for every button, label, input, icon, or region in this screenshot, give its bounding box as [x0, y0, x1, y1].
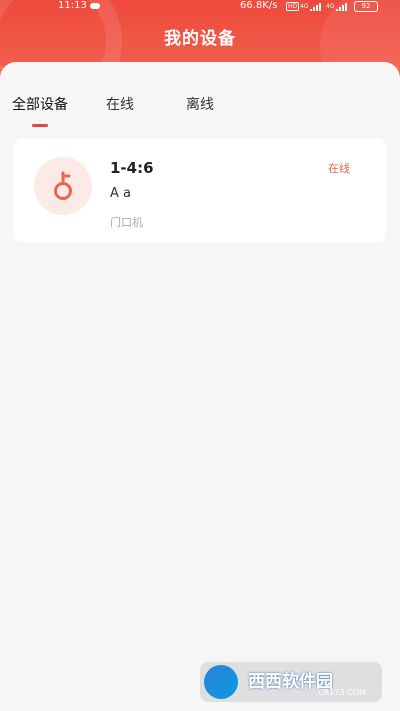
- device-name: 1-4:6: [110, 159, 154, 177]
- device-avatar: [34, 157, 92, 215]
- page-title: 我的设备: [164, 29, 236, 49]
- device-status: 在线: [328, 162, 350, 175]
- hd-badge: HD: [286, 2, 300, 11]
- tab-online[interactable]: 在线: [106, 94, 134, 114]
- watermark-url: CR173.COM: [318, 688, 366, 697]
- tab-offline[interactable]: 离线: [186, 94, 214, 114]
- cloud-icon: [90, 3, 100, 9]
- network-type: 4G: [300, 3, 309, 10]
- battery-icon: 92: [354, 1, 378, 12]
- key-icon: [54, 171, 72, 200]
- watermark-logo: [204, 665, 238, 699]
- tab-indicator: [32, 124, 48, 127]
- status-time: 11:13: [58, 0, 87, 11]
- device-card[interactable]: 1-4:6 A a 门口机 在线: [14, 138, 386, 242]
- signal-icon: 4G: [300, 3, 321, 11]
- status-bar: 11:13 66.8K/s HD 4G 4G 92: [0, 0, 400, 14]
- main-content: 全部设备 在线 离线 1-4:6 A a 门口机 在线: [0, 62, 400, 711]
- signal-icon: 4G: [326, 3, 347, 11]
- device-subtitle: A a: [110, 186, 131, 201]
- network-type: 4G: [326, 3, 335, 10]
- device-type: 门口机: [110, 216, 143, 229]
- network-speed: 66.8K/s: [240, 0, 278, 11]
- watermark: 西西软件园 CR173.COM: [200, 662, 382, 702]
- tab-bar: 全部设备 在线 离线: [0, 62, 400, 132]
- tab-all-devices[interactable]: 全部设备: [12, 94, 68, 114]
